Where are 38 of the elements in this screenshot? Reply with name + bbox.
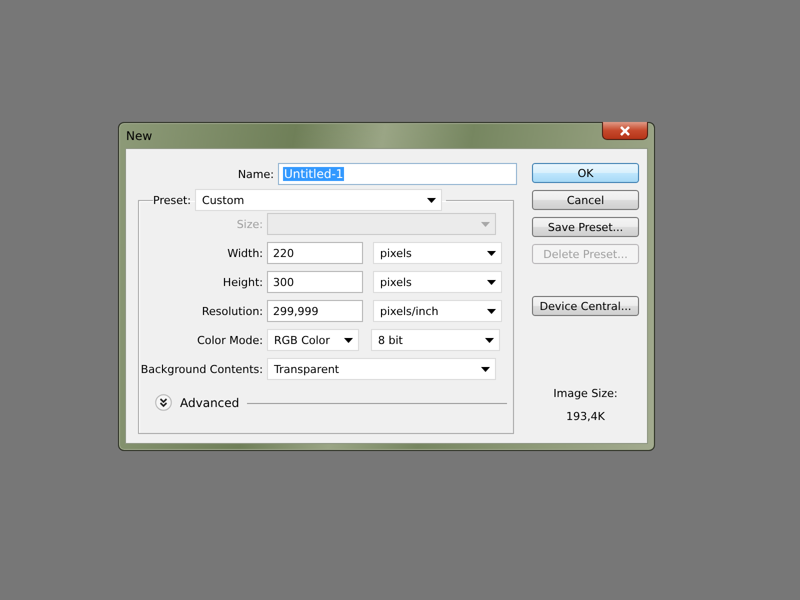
close-icon [619,126,631,136]
image-size-label: Image Size: [553,387,618,400]
dropdown[interactable]: 8 bit [371,329,500,351]
caret-icon [485,338,494,342]
dropdown[interactable]: Transparent [267,358,496,380]
input-field[interactable]: 299,999 [267,300,363,322]
unit-dropdown[interactable]: pixels [373,242,502,264]
input-field[interactable]: 220 [267,242,363,264]
caret-icon [487,280,496,284]
window-title: New [125,128,152,143]
unit-dropdown[interactable]: pixels [373,271,502,293]
caret-icon [487,250,496,256]
name-value: Untitled-1 [283,167,344,181]
dialog-button[interactable]: Cancel [532,190,639,210]
dialog-button[interactable]: OK [532,163,639,183]
caret-icon [481,366,490,372]
caret-icon [344,338,353,342]
unit-dropdown[interactable]: pixels/inch [373,300,502,322]
field-label: Height: [222,276,263,288]
field-label: Name: [236,168,274,180]
dialog-button[interactable]: Device Central... [532,296,639,316]
image-size-value: 193,4K [566,410,605,423]
preset-dropdown[interactable]: Custom [195,189,442,211]
input-field[interactable]: 300 [267,271,363,293]
field-label: Color Mode: [196,334,263,346]
caret-icon [427,198,436,202]
close-button[interactable] [602,122,648,140]
expand-icon[interactable] [155,394,172,411]
dialog-button[interactable]: Save Preset... [532,217,639,237]
field-label: Resolution: [200,304,263,318]
field-label: Preset: [153,194,192,206]
caret-icon [487,308,496,314]
dropdown[interactable]: RGB Color [267,329,359,351]
field-label: Width: [226,246,263,260]
field-label: Background Contents: [140,362,263,376]
caret-icon [481,222,490,226]
advanced-label: Advanced [180,396,240,410]
field-label: Size: [236,218,263,230]
